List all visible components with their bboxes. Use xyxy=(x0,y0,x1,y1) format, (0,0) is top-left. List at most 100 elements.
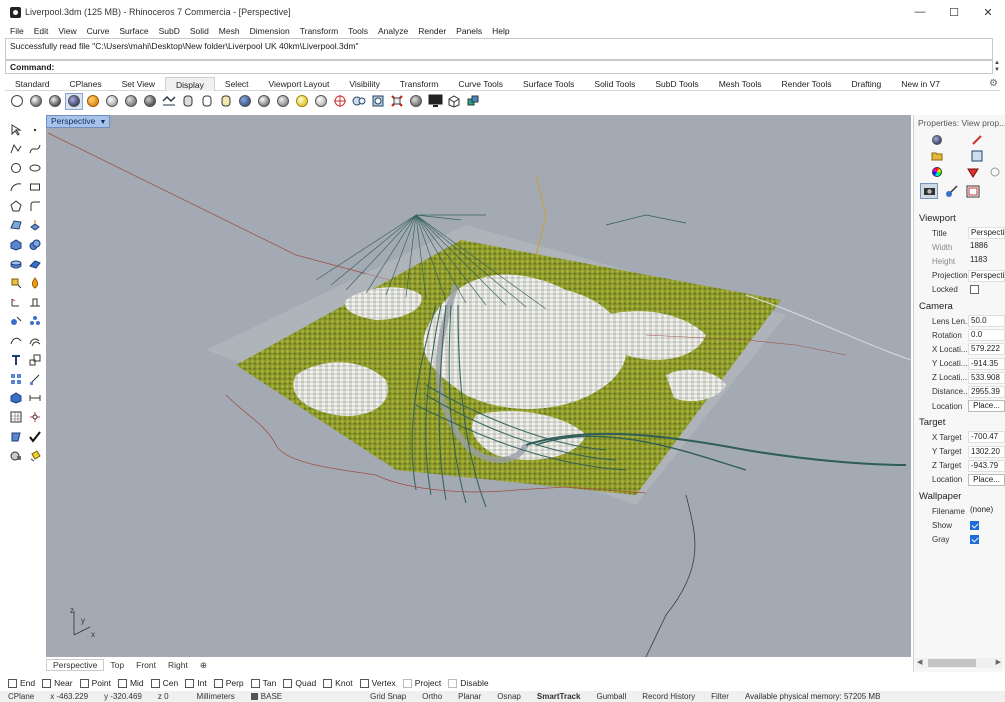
render-sphere-icon[interactable] xyxy=(6,446,25,465)
tab-subd-tools[interactable]: SubD Tools xyxy=(645,77,708,91)
tab-select[interactable]: Select xyxy=(215,77,259,91)
target-place-button[interactable]: Place... xyxy=(968,473,1005,486)
status-grid-snap[interactable]: Grid Snap xyxy=(290,692,414,701)
environment-icon[interactable] xyxy=(369,93,387,110)
color-box-icon[interactable] xyxy=(464,93,482,110)
osnap-int[interactable]: Int xyxy=(185,678,207,688)
shade-selected-icon[interactable] xyxy=(236,93,254,110)
osnap-near-checkbox[interactable] xyxy=(42,678,52,688)
menu-help[interactable]: Help xyxy=(487,26,514,36)
properties-horizontal-scrollbar[interactable]: ◀ ▶ xyxy=(916,658,1002,668)
view-frame-icon[interactable] xyxy=(966,184,980,198)
y-location-field[interactable]: -914.35 xyxy=(968,357,1005,370)
osnap-knot[interactable]: Knot xyxy=(323,678,353,688)
shaded-icon[interactable] xyxy=(27,93,45,110)
menu-surface[interactable]: Surface xyxy=(114,26,153,36)
osnap-int-checkbox[interactable] xyxy=(185,678,195,688)
curve-icon[interactable] xyxy=(25,139,44,158)
osnap-point[interactable]: Point xyxy=(79,678,111,688)
osnap-mid-checkbox[interactable] xyxy=(117,678,127,688)
osnap-cen[interactable]: Cen xyxy=(150,678,178,688)
join-icon[interactable] xyxy=(25,312,44,331)
monitor-icon[interactable] xyxy=(426,93,444,110)
osnap-disable-checkbox[interactable] xyxy=(448,678,458,688)
monochrome-icon[interactable] xyxy=(160,93,178,110)
osnap-quad[interactable]: Quad xyxy=(283,678,316,688)
menu-edit[interactable]: Edit xyxy=(29,26,54,36)
subd-icon[interactable] xyxy=(25,254,44,273)
menu-analyze[interactable]: Analyze xyxy=(373,26,413,36)
close-button[interactable]: ✕ xyxy=(971,0,1005,24)
locked-checkbox[interactable] xyxy=(970,285,979,295)
osnap-tan[interactable]: Tan xyxy=(250,678,276,688)
osnap-tan-checkbox[interactable] xyxy=(250,678,260,688)
surface-icon[interactable] xyxy=(6,216,25,235)
folder-icon[interactable] xyxy=(930,149,944,163)
hide-icon[interactable] xyxy=(388,93,406,110)
menu-render[interactable]: Render xyxy=(413,26,451,36)
boolean-icon[interactable] xyxy=(25,235,44,254)
osnap-perp-checkbox[interactable] xyxy=(213,678,223,688)
array-icon[interactable] xyxy=(6,369,25,388)
artistic-icon[interactable] xyxy=(84,93,102,110)
dimension-icon[interactable] xyxy=(25,389,44,408)
mesh-display-icon[interactable] xyxy=(255,93,273,110)
osnap-point-checkbox[interactable] xyxy=(79,678,89,688)
trim-icon[interactable] xyxy=(6,331,25,350)
scroll-thumb[interactable] xyxy=(928,659,976,667)
rectangle-icon[interactable] xyxy=(25,178,44,197)
ellipse-icon[interactable] xyxy=(25,158,44,177)
box-icon[interactable] xyxy=(445,93,463,110)
viewport-title-tab[interactable]: Perspective ▼ xyxy=(46,115,111,128)
osnap-disable[interactable]: Disable xyxy=(448,678,489,688)
scale-icon[interactable] xyxy=(25,350,44,369)
osnap-perp[interactable]: Perp xyxy=(213,678,244,688)
tab-solid-tools[interactable]: Solid Tools xyxy=(584,77,645,91)
osnap-project[interactable]: Project xyxy=(402,678,441,688)
light-icon[interactable] xyxy=(293,93,311,110)
pen-display-icon[interactable] xyxy=(179,93,197,110)
show-checkbox[interactable] xyxy=(970,520,979,530)
menu-transform[interactable]: Transform xyxy=(295,26,343,36)
projection-select[interactable]: Perspective xyxy=(968,269,1005,282)
tab-new-in-v7[interactable]: New in V7 xyxy=(891,77,950,91)
osnap-end-checkbox[interactable] xyxy=(8,678,17,688)
perspective-viewport[interactable]: z y x xyxy=(46,115,911,657)
tab-transform[interactable]: Transform xyxy=(390,77,448,91)
circle-icon[interactable] xyxy=(6,158,25,177)
camera-icon[interactable] xyxy=(350,93,368,110)
osnap-project-checkbox[interactable] xyxy=(402,678,412,688)
xray-icon[interactable] xyxy=(103,93,121,110)
add-viewport-icon[interactable]: ⊕ xyxy=(194,660,213,671)
flame-icon[interactable] xyxy=(25,274,44,293)
check-icon[interactable] xyxy=(25,427,44,446)
menu-mesh[interactable]: Mesh xyxy=(214,26,245,36)
menu-view[interactable]: View xyxy=(53,26,81,36)
menu-curve[interactable]: Curve xyxy=(82,26,115,36)
menu-file[interactable]: File xyxy=(5,26,29,36)
tab-drafting[interactable]: Drafting xyxy=(841,77,891,91)
status-cplane[interactable]: CPlane xyxy=(0,692,42,701)
polyline-icon[interactable] xyxy=(6,139,25,158)
filename-value[interactable]: (none) xyxy=(968,505,1005,517)
menu-dimension[interactable]: Dimension xyxy=(245,26,295,36)
osnap-mid[interactable]: Mid xyxy=(117,678,144,688)
menu-solid[interactable]: Solid xyxy=(185,26,214,36)
tab-display[interactable]: Display xyxy=(165,76,215,91)
status-layer[interactable]: BASE xyxy=(243,692,290,701)
display-sphere-icon[interactable] xyxy=(274,93,292,110)
grid-icon[interactable] xyxy=(6,408,25,427)
y-target-field[interactable]: 1302.20 xyxy=(968,445,1005,458)
x-target-field[interactable]: -700.47 xyxy=(968,431,1005,444)
status-units[interactable]: Millimeters xyxy=(189,692,243,701)
command-scroll-arrows[interactable]: ▲ ▼ xyxy=(993,60,1001,74)
osnap-knot-checkbox[interactable] xyxy=(323,678,333,688)
toggle-shade-icon[interactable] xyxy=(198,93,216,110)
osnap-vertex-checkbox[interactable] xyxy=(359,678,369,688)
clipping-icon[interactable] xyxy=(407,93,425,110)
gumball-move-icon[interactable] xyxy=(6,293,25,312)
fillet-curve-icon[interactable] xyxy=(25,197,44,216)
viewport-tab-right[interactable]: Right xyxy=(162,660,194,670)
material-icon[interactable] xyxy=(970,133,984,147)
split-icon[interactable] xyxy=(6,312,25,331)
